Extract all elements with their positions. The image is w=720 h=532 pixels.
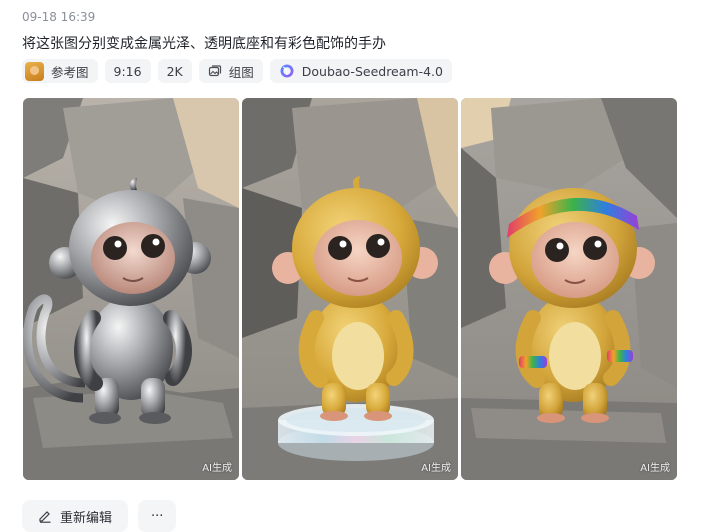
regenerate-edit-label: 重新编辑 — [60, 510, 113, 526]
pencil-icon — [39, 511, 51, 523]
more-button[interactable]: ··· — [138, 500, 177, 532]
transparent-base-monkey-figure — [242, 98, 458, 480]
group-label: 组图 — [228, 64, 254, 80]
resolution-value: 2K — [166, 63, 183, 79]
regenerate-edit-button[interactable]: 重新编辑 — [22, 500, 129, 532]
reference-image-tag[interactable]: 参考图 — [22, 59, 98, 83]
ai-generated-label: AI生成 — [640, 463, 670, 474]
generated-image-metallic[interactable]: AI生成 — [23, 98, 239, 480]
model-tag[interactable]: Doubao-Seedream-4.0 — [269, 59, 452, 83]
generated-image-colorful-accessories[interactable]: AI生成 — [461, 98, 677, 480]
resolution-tag: 2K — [157, 59, 192, 83]
more-icon: ··· — [151, 508, 164, 524]
generation-tags: 参考图 9:16 2K 组图 Doubao-Seedream-4.0 — [22, 59, 452, 83]
doubao-logo-icon — [280, 64, 294, 78]
message-actions: 重新编辑 ··· — [22, 500, 177, 532]
model-name: Doubao-Seedream-4.0 — [301, 63, 443, 79]
prompt-text: 将这张图分别变成金属光泽、透明底座和有彩色配饰的手办 — [22, 36, 386, 52]
group-tag: 组图 — [198, 59, 263, 83]
generated-image-transparent-base[interactable]: AI生成 — [242, 98, 458, 480]
ai-generated-label: AI生成 — [421, 463, 451, 474]
reference-thumbnail — [25, 61, 44, 81]
metallic-monkey-figure — [23, 98, 239, 480]
ratio-value: 9:16 — [113, 63, 142, 79]
image-grid: AI生成 AI生成 AI生成 — [23, 98, 677, 480]
ai-generated-label: AI生成 — [202, 463, 232, 474]
message-timestamp: 09-18 16:39 — [22, 10, 96, 24]
ratio-tag: 9:16 — [104, 59, 151, 83]
colorful-accessories-monkey-figure — [461, 98, 677, 480]
image-group-icon — [208, 65, 221, 77]
reference-label: 参考图 — [51, 64, 89, 80]
